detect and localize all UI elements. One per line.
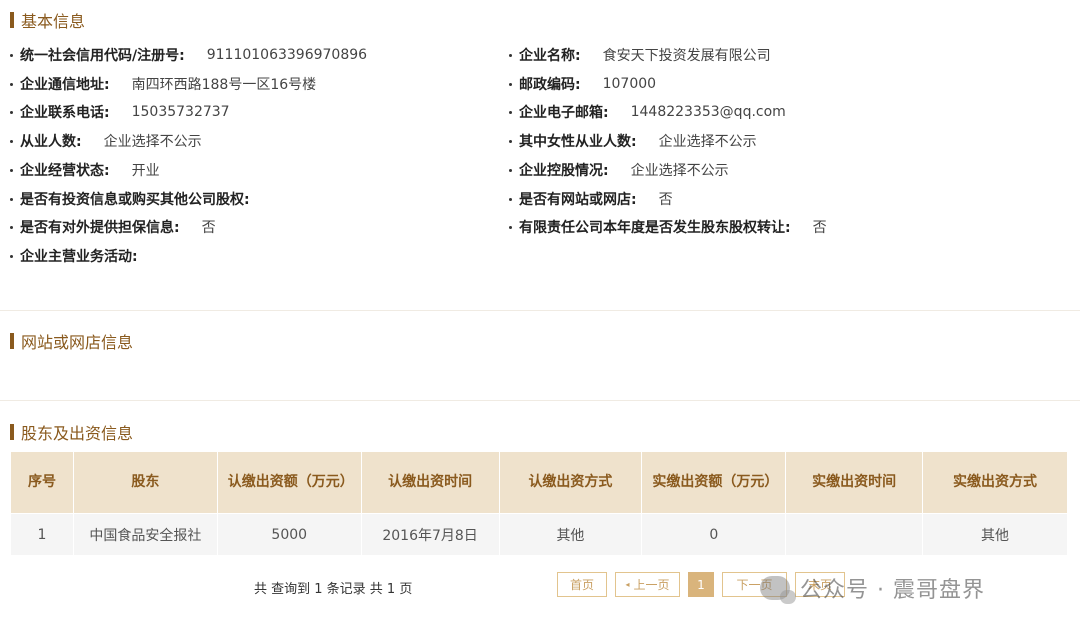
- bullet-dot: [10, 82, 13, 86]
- info-value: 南四环西路188号一区16号楼: [131, 77, 317, 93]
- watermark-text: 公众号 · 震哥盘界: [800, 578, 985, 603]
- info-row: 企业控股情况: 企业选择不公示: [509, 160, 729, 180]
- info-label: 邮政编码:: [519, 77, 581, 93]
- section-bar: [10, 424, 14, 440]
- bullet-dot: [10, 254, 13, 258]
- section-title-website: 网站或网店信息: [10, 331, 134, 352]
- info-row: 企业主营业务活动:: [10, 246, 160, 266]
- info-value: 否: [812, 220, 827, 236]
- info-value: 107000: [602, 76, 657, 92]
- info-row: 企业联系电话: 15035732737: [10, 102, 230, 122]
- cell-shareholder: 中国食品安全报社: [72, 513, 218, 556]
- cell-subscribed-time: 2016年7月8日: [360, 513, 500, 556]
- wechat-icon: [760, 576, 796, 604]
- section-bar: [10, 12, 14, 28]
- info-label: 有限责任公司本年度是否发生股东股权转让:: [519, 220, 791, 236]
- info-label: 企业名称:: [519, 48, 581, 64]
- bullet-dot: [509, 197, 512, 201]
- section-title-text: 基本信息: [21, 12, 86, 31]
- section-title-basic-info: 基本信息: [10, 10, 86, 31]
- info-value: 否: [658, 192, 673, 208]
- cell-index: 1: [10, 513, 74, 556]
- info-value: 企业选择不公示: [630, 163, 729, 179]
- watermark: 公众号 · 震哥盘界: [760, 570, 985, 606]
- col-header-paid-method: 实缴出资方式: [922, 451, 1068, 514]
- bullet-dot: [509, 168, 512, 172]
- info-value: 1448223353@qq.com: [630, 104, 786, 120]
- section-title-text: 股东及出资信息: [21, 424, 134, 443]
- prev-page-button[interactable]: ◂ 上一页: [615, 572, 680, 597]
- info-label: 企业经营状态:: [20, 163, 110, 179]
- info-label: 企业主营业务活动:: [20, 249, 138, 265]
- bullet-dot: [509, 53, 512, 57]
- col-header-index: 序号: [10, 451, 74, 514]
- bullet-dot: [10, 225, 13, 229]
- bullet-dot: [10, 197, 13, 201]
- pagination-summary: 共 查询到 1 条记录 共 1 页: [254, 582, 413, 597]
- info-value: 否: [201, 220, 216, 236]
- info-value: 15035732737: [131, 104, 230, 120]
- cell-paid-amount: 0: [641, 513, 787, 556]
- cell-subscribed-method: 其他: [498, 513, 643, 556]
- table-row: 1 中国食品安全报社 5000 2016年7月8日 其他 0 其他: [10, 513, 1068, 556]
- info-row: 有限责任公司本年度是否发生股东股权转让: 否: [509, 217, 827, 237]
- bullet-dot: [10, 53, 13, 57]
- info-row: 从业人数: 企业选择不公示: [10, 131, 202, 151]
- divider: [0, 310, 1080, 311]
- info-row: 邮政编码: 107000: [509, 74, 656, 94]
- page-number: 1: [697, 577, 705, 592]
- section-title-text: 网站或网店信息: [21, 333, 134, 352]
- first-page-button[interactable]: 首页: [557, 572, 607, 597]
- info-row: 是否有对外提供担保信息: 否: [10, 217, 216, 237]
- info-label: 是否有对外提供担保信息:: [20, 220, 180, 236]
- first-page-label: 首页: [569, 578, 594, 592]
- shareholder-table: 序号 股东 认缴出资额（万元） 认缴出资时间 认缴出资方式 实缴出资额（万元） …: [10, 451, 1068, 556]
- col-header-subscribed-method: 认缴出资方式: [498, 451, 643, 514]
- info-row: 统一社会信用代码/注册号: 911101063396970896: [10, 45, 367, 65]
- col-header-subscribed-amount: 认缴出资额（万元）: [216, 451, 362, 514]
- info-label: 统一社会信用代码/注册号:: [20, 48, 185, 64]
- info-label: 是否有投资信息或购买其他公司股权:: [20, 192, 250, 208]
- info-label: 企业电子邮箱:: [519, 105, 609, 121]
- info-label: 是否有网站或网店:: [519, 192, 637, 208]
- info-value: 企业选择不公示: [658, 134, 757, 150]
- cell-subscribed-amount: 5000: [216, 513, 362, 556]
- info-row: 是否有网站或网店: 否: [509, 189, 673, 209]
- bullet-dot: [509, 139, 512, 143]
- section-title-shareholders: 股东及出资信息: [10, 422, 134, 443]
- info-row: 其中女性从业人数: 企业选择不公示: [509, 131, 757, 151]
- info-value: 食安天下投资发展有限公司: [602, 48, 771, 64]
- section-bar: [10, 333, 14, 349]
- info-label: 其中女性从业人数:: [519, 134, 637, 150]
- col-header-shareholder: 股东: [72, 451, 218, 514]
- info-label: 企业通信地址:: [20, 77, 110, 93]
- cell-paid-time: [785, 513, 924, 556]
- bullet-dot: [10, 139, 13, 143]
- info-label: 从业人数:: [20, 134, 82, 150]
- info-value: 911101063396970896: [206, 47, 368, 63]
- page-1-button[interactable]: 1: [688, 572, 714, 597]
- info-row: 企业经营状态: 开业: [10, 160, 160, 180]
- caret-left-icon: ◂: [625, 580, 630, 589]
- prev-page-label: 上一页: [633, 578, 670, 592]
- info-row: 企业通信地址: 南四环西路188号一区16号楼: [10, 74, 316, 94]
- info-row: 企业电子邮箱: 1448223353@qq.com: [509, 102, 786, 122]
- info-value: 企业选择不公示: [103, 134, 202, 150]
- info-label: 企业控股情况:: [519, 163, 609, 179]
- bullet-dot: [509, 82, 512, 86]
- divider: [0, 400, 1080, 401]
- info-row: 企业名称: 食安天下投资发展有限公司: [509, 45, 771, 65]
- col-header-subscribed-time: 认缴出资时间: [360, 451, 500, 514]
- bullet-dot: [509, 225, 512, 229]
- info-value: 开业: [131, 163, 160, 179]
- col-header-paid-amount: 实缴出资额（万元）: [641, 451, 787, 514]
- cell-paid-method: 其他: [922, 513, 1068, 556]
- info-label: 企业联系电话:: [20, 105, 110, 121]
- col-header-paid-time: 实缴出资时间: [785, 451, 924, 514]
- table-header-row: 序号 股东 认缴出资额（万元） 认缴出资时间 认缴出资方式 实缴出资额（万元） …: [10, 451, 1068, 514]
- bullet-dot: [509, 110, 512, 114]
- bullet-dot: [10, 110, 13, 114]
- info-row: 是否有投资信息或购买其他公司股权:: [10, 189, 272, 209]
- bullet-dot: [10, 168, 13, 172]
